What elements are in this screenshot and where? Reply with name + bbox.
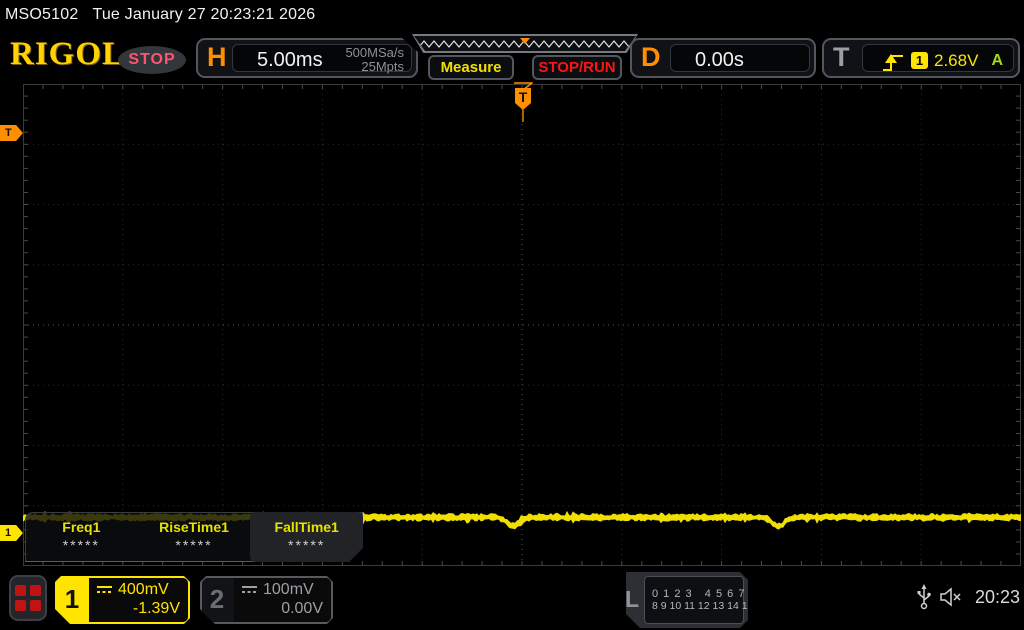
channel1-number: 1 [64,584,80,614]
delay-label: D [641,42,661,72]
channel2-scale: 100mV [263,581,314,598]
measurement-item-falltime1[interactable]: FallTime1 ***** [250,512,363,562]
model-name: MSO5102 [5,6,79,23]
rigol-logo: RIGOL [10,36,126,72]
channel2-offset: 0.00V [281,600,323,617]
usb-icon [917,584,931,610]
menu-grid-icon[interactable] [9,575,47,621]
trigger-position-stem [522,110,524,122]
channel1-box[interactable]: 1 400mV -1.39V [55,576,190,624]
waveform-preview-strip[interactable] [412,34,638,53]
horizontal-label: H [207,42,227,72]
measurement-item-freq1[interactable]: Freq1 ***** [25,512,138,562]
trigger-mode: A [991,52,1003,69]
channel1-position-marker[interactable]: 1 [0,525,23,541]
speaker-mute-icon[interactable] [940,587,966,607]
datetime-text: Tue January 27 20:23:21 2026 [92,6,316,23]
trigger-position-flag: T [515,88,531,110]
channel2-number: 2 [209,584,225,614]
channel1-scale: 400mV [118,581,169,598]
horizontal-panel[interactable]: H 5.00ms 500MSa/s 25Mpts [196,38,418,78]
rising-edge-trigger-icon [883,54,903,71]
dc-coupling-icon [242,586,257,593]
delay-value: 0.00s [695,49,744,71]
trigger-level-value: 2.68V [934,51,979,70]
clock-display: 20:23 [974,586,1020,607]
acquisition-info: 500MSa/s 25Mpts [345,45,404,74]
oscilloscope-screen: MSO5102 Tue January 27 20:23:21 2026 RIG… [0,0,1024,630]
trigger-position-marker[interactable]: T [513,82,533,124]
delay-panel[interactable]: D 0.00s [630,38,816,78]
channel1-offset: -1.39V [132,600,180,617]
trigger-label: T [833,42,850,72]
measurement-item-risetime1[interactable]: RiseTime1 ***** [138,512,251,562]
top-info-bar: MSO5102 Tue January 27 20:23:21 2026 [0,0,1024,30]
dc-coupling-icon [97,586,112,593]
trigger-panel[interactable]: T 1 2.68V A [822,38,1020,78]
header-toolbar: RIGOL STOP H 5.00ms 500MSa/s 25Mpts Meas… [0,30,1024,84]
timebase-value: 5.00ms [257,49,323,71]
trigger-level-marker[interactable]: T [0,125,23,141]
logic-channel-numbers: 0 1 2 3 4 5 6 7 8 9 10 11 12 13 14 15 [644,576,748,624]
preview-trigger-marker-icon [520,38,530,44]
channel2-box[interactable]: 2 100mV 0.00V [200,576,333,624]
bottom-bar: 1 400mV -1.39V 2 100mV 0.00V L 0 1 2 3 4… [0,566,1024,630]
graticule [22,83,1022,567]
measure-button[interactable]: Measure [428,55,514,80]
measurement-overlay[interactable]: Freq1 ***** RiseTime1 ***** FallTime1 **… [25,512,363,562]
ch1-waveform-trace [23,510,1021,530]
run-state-badge[interactable]: STOP [118,46,186,74]
logic-label: L [625,586,640,612]
trigger-source-badge: 1 [911,52,928,69]
stop-run-button[interactable]: STOP/RUN [532,55,622,80]
logic-analyzer-panel[interactable]: L 0 1 2 3 4 5 6 7 8 9 10 11 12 13 14 15 [625,572,748,628]
